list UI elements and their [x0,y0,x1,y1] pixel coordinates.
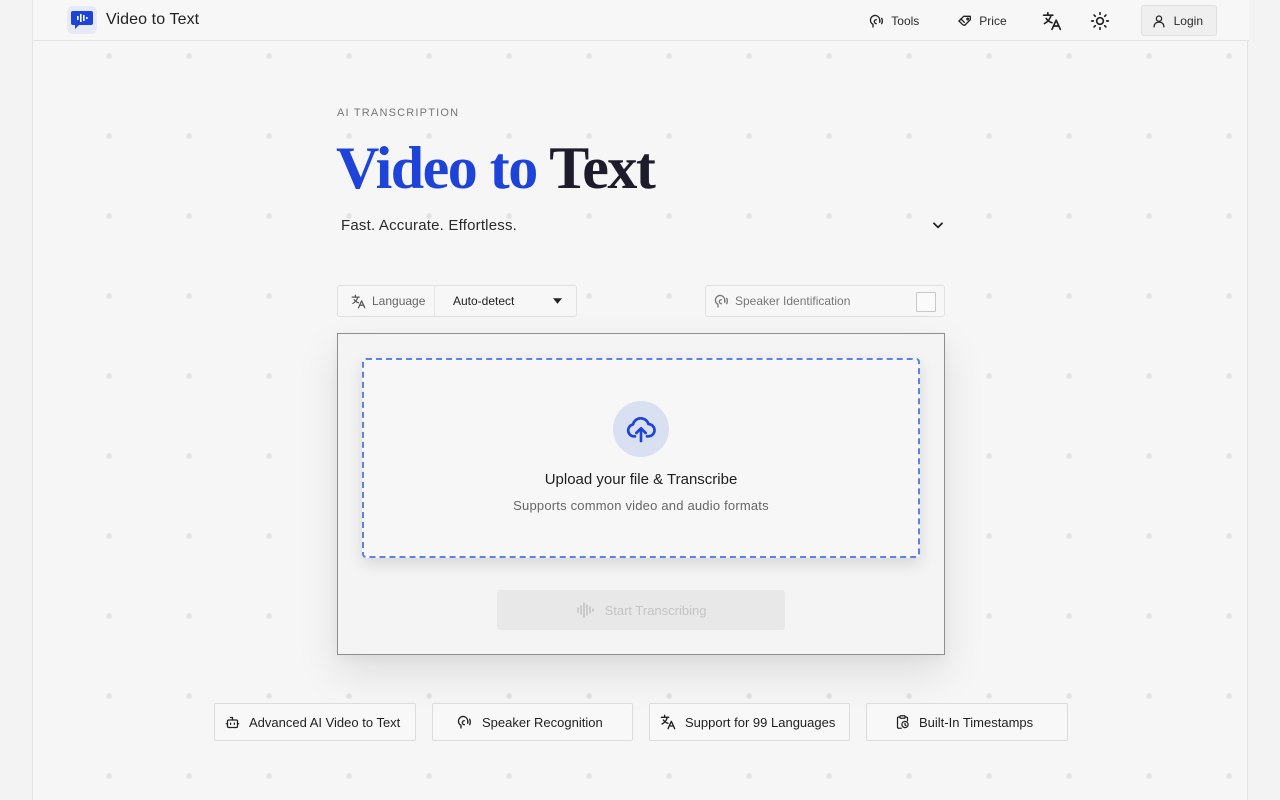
language-value: Auto-detect [453,294,515,308]
language-label-text: Language [372,294,426,308]
language-select[interactable]: Language Auto-detect [337,285,577,317]
upload-title: Upload your file & Transcribe [544,471,738,488]
language-dropdown[interactable]: Auto-detect [435,286,576,316]
speaker-icon [714,294,728,308]
price-tag-icon [958,15,972,26]
language-switch-button[interactable] [1041,10,1063,32]
speaker-identification-checkbox[interactable] [916,292,936,312]
feature-label: Built-In Timestamps [919,714,1034,730]
top-navbar: Video to Text Tools Price Login [33,0,1249,41]
start-transcribing-button[interactable]: Start Transcribing [497,590,785,630]
upload-card: Upload your file & Transcribe Supports c… [337,333,945,655]
feature-label: Advanced AI Video to Text [249,714,401,730]
upload-subtitle: Supports common video and audio formats [513,498,769,513]
brand[interactable]: Video to Text [67,6,199,34]
caret-down-icon [553,298,562,304]
file-dropzone[interactable]: Upload your file & Transcribe Supports c… [362,358,920,558]
page: Video to Text Tools Price Login AI TRANS… [32,0,1249,800]
sun-icon [1090,11,1109,30]
eyebrow-label: AI TRANSCRIPTION [337,107,460,119]
page-title-accent: Video to [336,135,538,201]
feature-label: Speaker Recognition [482,714,603,730]
feature-chip-ai[interactable]: Advanced AI Video to Text [214,703,416,741]
login-label: Login [1173,13,1203,28]
brand-name: Video to Text [106,11,200,28]
nav-menu: Tools Price Login [869,5,1217,36]
nav-tools[interactable]: Tools [869,13,919,29]
feature-list: Advanced AI Video to Text Speaker Recogn… [214,703,1068,741]
translate-icon [660,714,676,730]
speaker-identification-label: Speaker Identification [735,294,851,308]
feature-chip-timestamps[interactable]: Built-In Timestamps [866,703,1068,741]
nav-price-label: Price [979,13,1007,28]
waveform-icon [576,602,594,618]
feature-chip-speaker[interactable]: Speaker Recognition [432,703,633,741]
translate-icon [351,294,366,308]
clipboard-clock-icon [896,715,909,729]
page-title: Video to Text [336,134,656,202]
start-transcribing-label: Start Transcribing [604,602,707,618]
translate-icon [1042,11,1061,30]
speaker-identification-option[interactable]: Speaker Identification [705,285,945,317]
feature-chip-languages[interactable]: Support for 99 Languages [649,703,850,741]
theme-toggle-button[interactable] [1089,10,1111,32]
tagline: Fast. Accurate. Effortless. [341,216,518,234]
chevron-down-icon [933,222,943,229]
nav-price[interactable]: Price [957,13,1007,29]
upload-icon-circle [613,401,669,457]
nav-tools-label: Tools [891,13,920,28]
speaker-icon [870,14,884,28]
user-icon [1153,14,1165,27]
logo-icon [67,6,97,34]
page-title-rest: Text [549,135,656,201]
cloud-upload-icon [626,417,656,443]
bot-icon [225,716,240,728]
login-button[interactable]: Login [1140,5,1217,36]
feature-label: Support for 99 Languages [685,714,836,730]
language-label: Language [338,286,435,316]
speaker-icon [457,715,471,729]
tagline-toggle[interactable]: Fast. Accurate. Effortless. [337,212,945,238]
